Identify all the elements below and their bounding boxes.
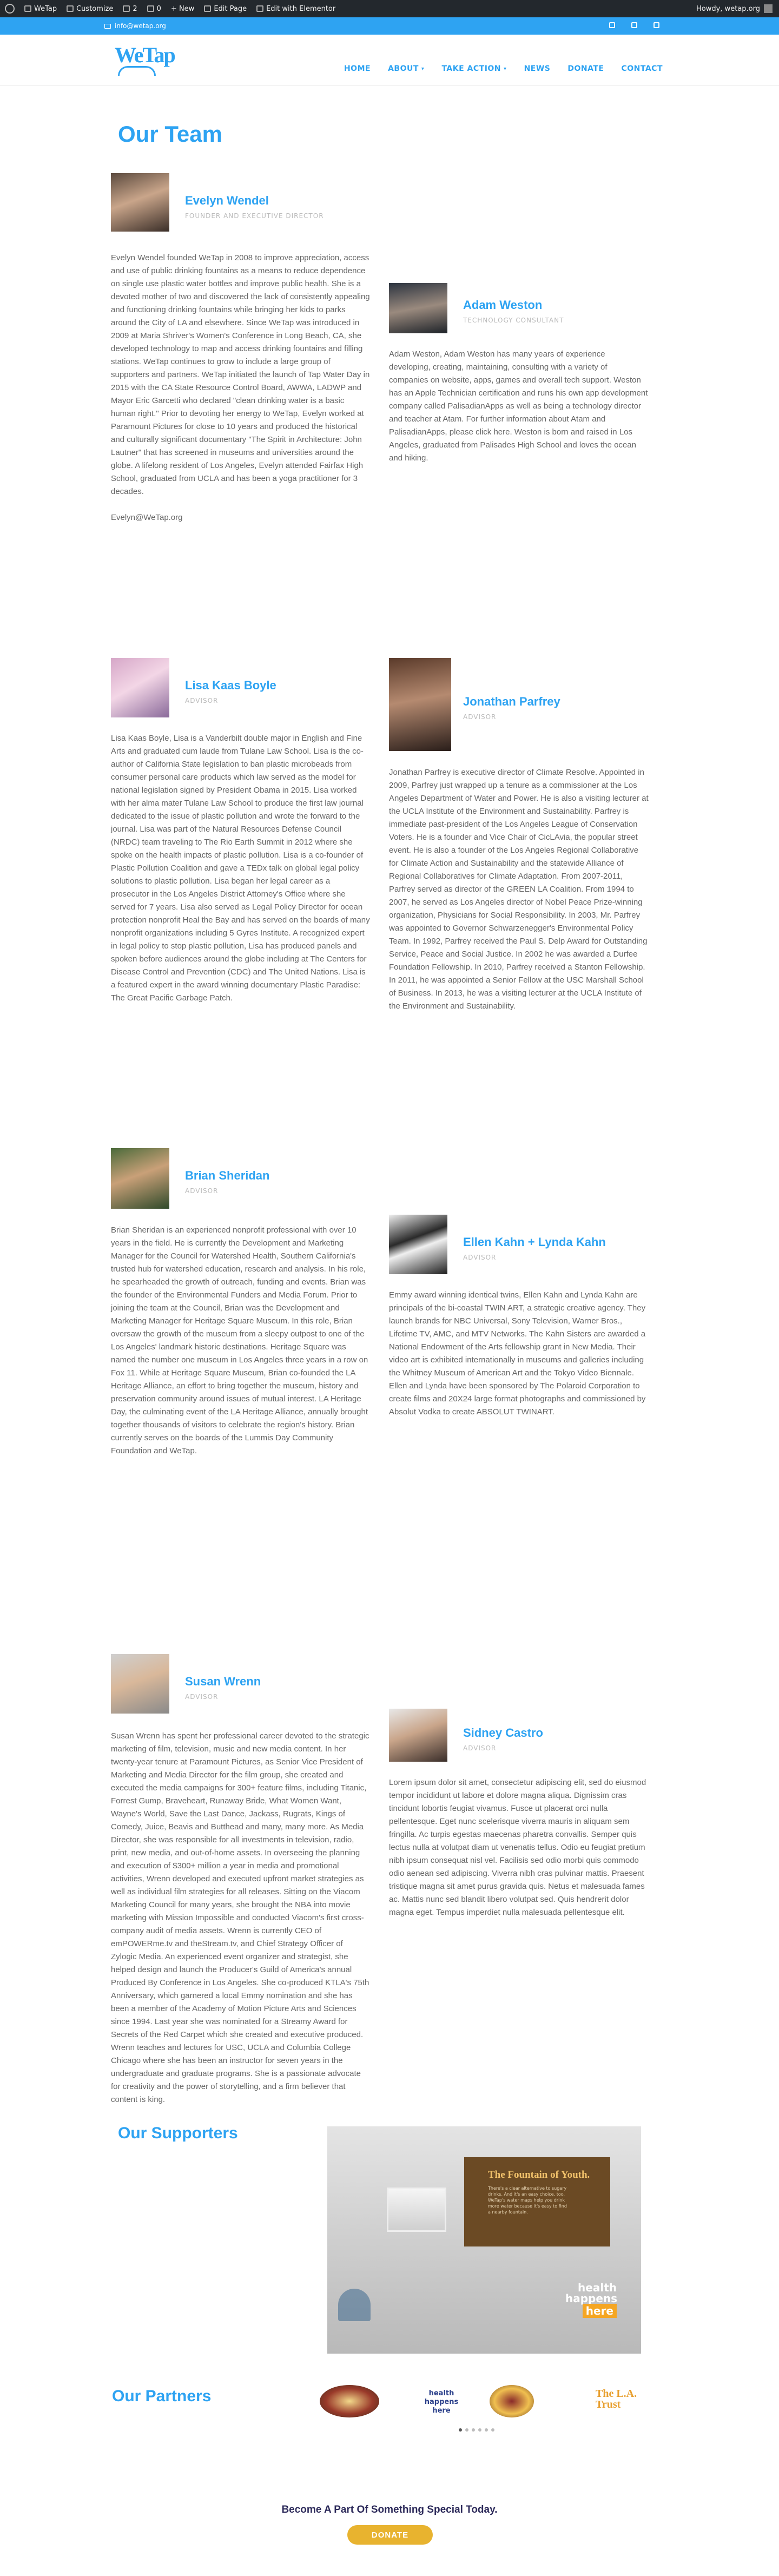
facebook-icon[interactable]: [609, 22, 615, 28]
admin-edit-page[interactable]: Edit Page: [199, 0, 252, 17]
team-title: Our Team: [118, 121, 222, 147]
site-header: WeTap HOME ABOUT ▾ TAKE ACTION ▾ NEWS DONA…: [0, 35, 779, 85]
member-name: Jonathan Parfrey: [463, 695, 560, 708]
admin-site-name[interactable]: WeTap: [19, 0, 62, 17]
member-role: TECHNOLOGY CONSULTANT: [463, 317, 564, 324]
nav-about[interactable]: ABOUT ▾: [388, 64, 424, 73]
carousel-dots: [459, 2428, 494, 2432]
site-logo[interactable]: WeTap: [115, 42, 176, 77]
email-link[interactable]: info@wetap.org: [104, 22, 166, 30]
member-name: Adam Weston: [463, 298, 543, 312]
member-bio: Adam Weston, Adam Weston has many years …: [389, 350, 648, 463]
member-role: ADVISOR: [185, 1187, 219, 1195]
member-photo: [111, 173, 169, 232]
wordpress-icon: [5, 4, 15, 14]
member-photo: [389, 1709, 447, 1762]
social-icons: [609, 22, 659, 28]
partner-logo[interactable]: partner-badge: [320, 2385, 379, 2417]
admin-customize[interactable]: Customize: [62, 0, 118, 17]
admin-account[interactable]: Howdy, wetap.org: [696, 4, 779, 13]
member-name: Susan Wrenn: [185, 1675, 261, 1688]
elementor-icon: [256, 5, 264, 12]
fountain-of-youth-poster: The Fountain of Youth. There's a clear a…: [464, 2157, 610, 2246]
health-happens-here-sign: health happens here: [565, 2281, 618, 2318]
instagram-icon[interactable]: [653, 22, 659, 28]
member-bio: Brian Sheridan is an experienced nonprof…: [111, 1226, 368, 1455]
member-role: ADVISOR: [185, 1693, 219, 1701]
member-photo: [389, 283, 447, 333]
supporters-image: The Fountain of Youth. There's a clear a…: [327, 2126, 641, 2354]
member-role: ADVISOR: [463, 1254, 497, 1261]
partner-logo[interactable]: partner-crest: [490, 2385, 534, 2417]
cta-title: Become A Part Of Something Special Today…: [281, 2504, 498, 2515]
supporters-title: Our Supporters: [118, 2124, 238, 2142]
member-bio: Susan Wrenn has spent her professional c…: [111, 1731, 369, 2104]
admin-elementor[interactable]: Edit with Elementor: [252, 0, 340, 17]
envelope-icon: [104, 23, 111, 29]
carousel-dot[interactable]: [465, 2428, 468, 2432]
home-icon: [24, 5, 31, 12]
member-bio: Jonathan Parfrey is executive director o…: [389, 768, 649, 1011]
twitter-icon[interactable]: [631, 22, 637, 28]
comment-icon: [147, 5, 154, 12]
carousel-dot[interactable]: [491, 2428, 494, 2432]
nav-home[interactable]: HOME: [344, 64, 371, 73]
carousel-dot[interactable]: [459, 2428, 462, 2432]
member-name: Lisa Kaas Boyle: [185, 678, 276, 692]
admin-wp-logo[interactable]: [0, 0, 19, 17]
backpack-icon: [338, 2289, 371, 2321]
donate-button[interactable]: DONATE: [347, 2525, 433, 2545]
member-photo: [111, 1148, 169, 1209]
member-role: ADVISOR: [463, 1744, 497, 1752]
member-photo: [389, 658, 451, 751]
member-role: ADVISOR: [185, 697, 219, 704]
member-role: FOUNDER AND EXECUTIVE DIRECTOR: [185, 212, 324, 220]
member-name: Ellen Kahn + Lynda Kahn: [463, 1235, 606, 1249]
member-name: Sidney Castro: [463, 1726, 543, 1740]
member-photo: [111, 658, 169, 717]
member-bio: Evelyn Wendel founded WeTap in 2008 to i…: [111, 252, 371, 537]
member-photo: [111, 1654, 169, 1714]
member-bio: Lisa Kaas Boyle, Lisa is a Vanderbilt do…: [111, 734, 370, 1003]
nav-donate[interactable]: DONATE: [567, 64, 604, 73]
admin-bar: WeTap Customize 2 0 + New Edit Page Edit…: [0, 0, 779, 17]
pencil-icon: [204, 5, 212, 12]
member-bio: Lorem ipsum dolor sit amet, consectetur …: [389, 1778, 646, 1917]
carousel-dot[interactable]: [485, 2428, 488, 2432]
partner-logo[interactable]: The L.A. Trust: [580, 2385, 645, 2417]
member-name: Evelyn Wendel: [185, 194, 269, 207]
partners-title: Our Partners: [112, 2387, 212, 2405]
top-bar: info@wetap.org: [0, 17, 779, 35]
brush-icon: [67, 5, 74, 12]
member-role: ADVISOR: [463, 713, 497, 721]
chevron-down-icon: ▾: [421, 65, 425, 72]
email-link[interactable]: Evelyn@WeTap.org: [111, 511, 371, 524]
main-nav: HOME ABOUT ▾ TAKE ACTION ▾ NEWS DONATE CON…: [344, 64, 663, 73]
admin-comments[interactable]: 0: [142, 0, 166, 17]
avatar: [764, 4, 773, 13]
nav-take-action[interactable]: TAKE ACTION ▾: [441, 64, 506, 73]
member-name: Brian Sheridan: [185, 1169, 270, 1182]
partner-logo[interactable]: health happens here: [414, 2385, 468, 2417]
admin-updates[interactable]: 2: [118, 0, 142, 17]
refresh-icon: [123, 5, 130, 12]
carousel-dot[interactable]: [472, 2428, 475, 2432]
fountain-arch-icon: [118, 66, 156, 76]
drinking-fountain-photo: [387, 2188, 446, 2232]
chevron-down-icon: ▾: [504, 65, 507, 72]
member-bio: Emmy award winning identical twins, Elle…: [389, 1290, 646, 1417]
carousel-dot[interactable]: [478, 2428, 481, 2432]
nav-news[interactable]: NEWS: [524, 64, 551, 73]
member-photo: [389, 1215, 447, 1274]
nav-contact[interactable]: CONTACT: [621, 64, 663, 73]
admin-new[interactable]: + New: [166, 0, 199, 17]
